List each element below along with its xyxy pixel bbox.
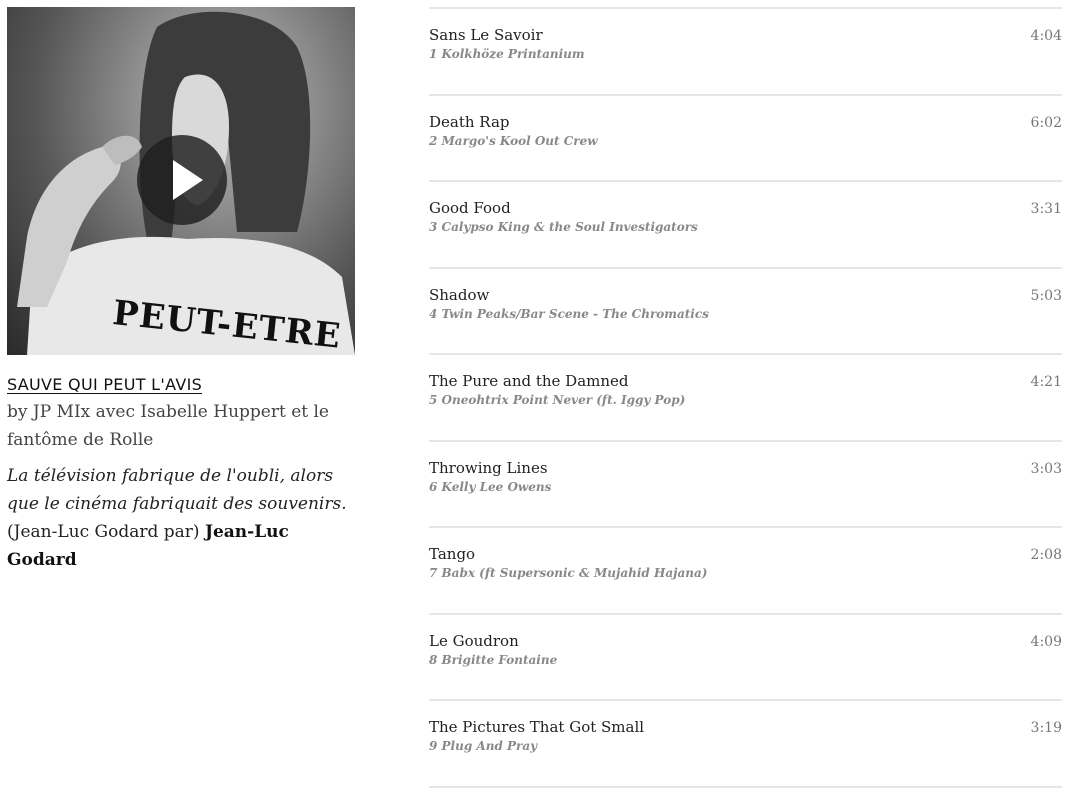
cover-image: PEUT-ETRE xyxy=(7,7,355,355)
track-duration: 5:03 xyxy=(1030,287,1062,304)
track-title: Throwing Lines xyxy=(429,458,548,477)
track-row[interactable]: Sans Le Savoir 1 Kolkhöze Printanium 4:0… xyxy=(429,9,1062,96)
track-row[interactable]: Throwing Lines 6 Kelly Lee Owens 3:03 xyxy=(429,442,1062,528)
track-title: Le Goudron xyxy=(429,631,519,650)
track-artist: 7 Babx (ft Supersonic & Mujahid Hajana) xyxy=(429,566,708,580)
track-artist: 9 Plug And Pray xyxy=(429,739,538,753)
track-row[interactable]: Tango 7 Babx (ft Supersonic & Mujahid Ha… xyxy=(429,528,1062,615)
track-row[interactable]: The Pure and the Damned 5 Oneohtrix Poin… xyxy=(429,355,1062,442)
mix-byline: by JP MIx avec Isabelle Huppert et le fa… xyxy=(7,402,329,450)
track-artist: 8 Brigitte Fontaine xyxy=(429,652,558,667)
track-artist: 1 Kolkhöze Printanium xyxy=(429,47,585,61)
quote-text: La télévision fabrique de l'oubli, alors… xyxy=(7,466,347,514)
mix-title-link[interactable]: SAUVE QUI PEUT L'AVIS xyxy=(7,375,202,394)
track-title: Tango xyxy=(429,545,476,563)
track-row[interactable]: Le Goudron 8 Brigitte Fontaine 4:09 xyxy=(429,615,1062,701)
track-duration: 3:03 xyxy=(1030,460,1062,477)
track-artist: 6 Kelly Lee Owens xyxy=(429,479,552,494)
track-title: Death Rap xyxy=(429,112,510,131)
track-duration: 6:02 xyxy=(1030,114,1062,131)
mix-quote: La télévision fabrique de l'oubli, alors… xyxy=(7,462,355,574)
track-title: The Pictures That Got Small xyxy=(429,718,645,736)
track-title: Shadow xyxy=(429,285,490,304)
track-duration: 4:09 xyxy=(1030,633,1062,650)
tracklist: Sans Le Savoir 1 Kolkhöze Printanium 4:0… xyxy=(429,7,1062,788)
track-duration: 3:19 xyxy=(1030,720,1062,736)
track-title: Good Food xyxy=(429,199,511,217)
track-row[interactable]: Shadow 4 Twin Peaks/Bar Scene - The Chro… xyxy=(429,269,1062,355)
track-artist: 5 Oneohtrix Point Never (ft. Iggy Pop) xyxy=(429,393,686,407)
track-duration: 2:08 xyxy=(1030,547,1062,563)
track-artist: 3 Calypso King & the Soul Investigators xyxy=(429,220,698,234)
track-duration: 4:04 xyxy=(1030,28,1062,44)
track-title: The Pure and the Damned xyxy=(429,372,629,390)
track-title: Sans Le Savoir xyxy=(429,26,543,44)
track-row[interactable]: The Pictures That Got Small 9 Plug And P… xyxy=(429,701,1062,788)
track-duration: 4:21 xyxy=(1030,374,1062,390)
track-duration: 3:31 xyxy=(1030,201,1062,217)
track-row[interactable]: Death Rap 2 Margo's Kool Out Crew 6:02 xyxy=(429,96,1062,182)
quote-attribution: (Jean-Luc Godard par) xyxy=(7,522,200,542)
play-button[interactable] xyxy=(137,135,227,225)
track-row[interactable]: Good Food 3 Calypso King & the Soul Inve… xyxy=(429,182,1062,269)
mix-panel: PEUT-ETRE SAUVE QUI PEUT L'AVIS by JP MI… xyxy=(7,7,355,574)
track-artist: 4 Twin Peaks/Bar Scene - The Chromatics xyxy=(429,306,709,321)
track-artist: 2 Margo's Kool Out Crew xyxy=(429,133,598,148)
